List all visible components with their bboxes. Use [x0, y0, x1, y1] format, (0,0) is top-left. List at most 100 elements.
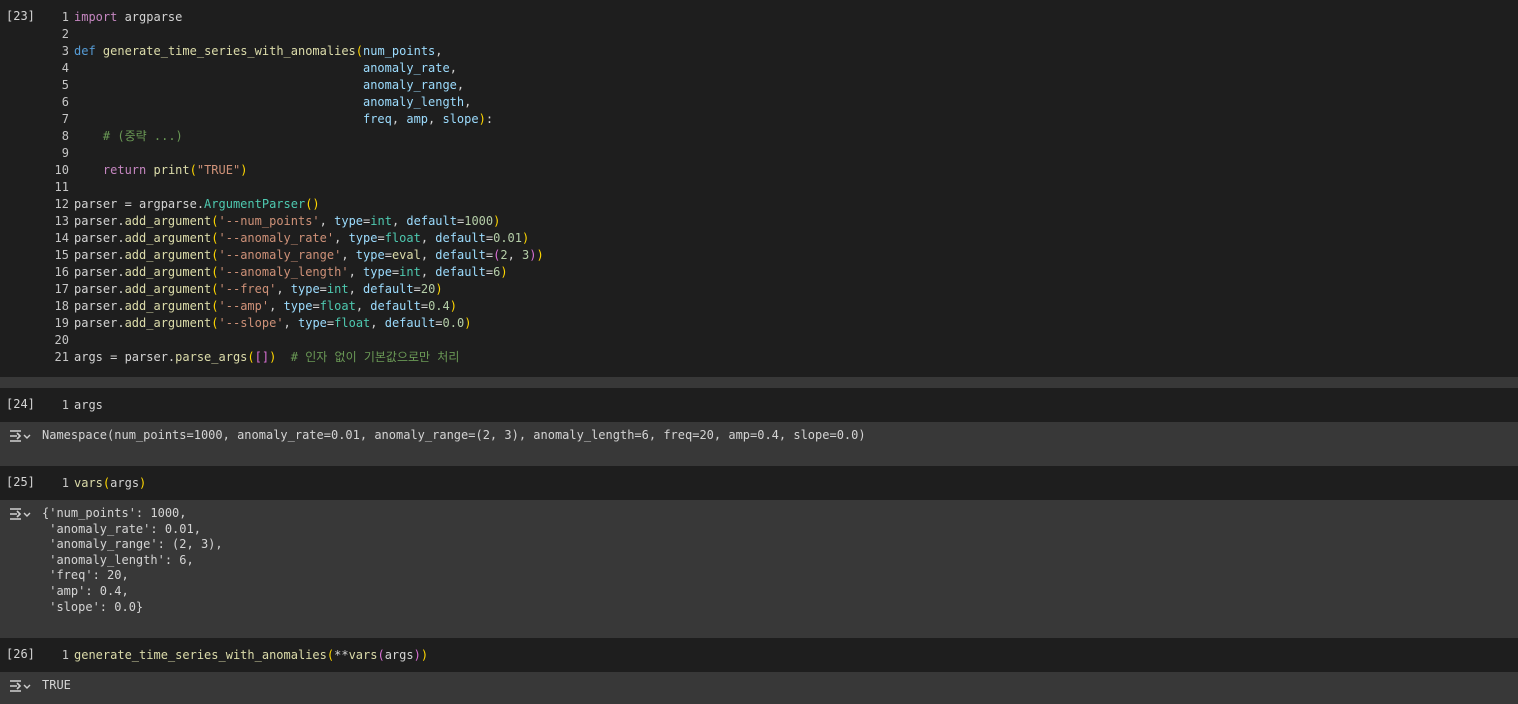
code-text: parser.add_argument('--anomaly_range', t… [74, 247, 544, 264]
code-token: parser. [74, 248, 125, 262]
code-token: default [406, 214, 457, 228]
code-token: , [420, 265, 436, 279]
code-token: parser. [74, 231, 125, 245]
code-token: , [348, 265, 364, 279]
code-token: args [110, 476, 140, 490]
line-number: 15 [54, 248, 69, 262]
code-cell-24[interactable]: [24] 1 args [0, 388, 1518, 422]
code-text: parser.add_argument('--anomaly_length', … [74, 264, 508, 281]
code-text: anomaly_rate, [74, 60, 457, 77]
code-token: args [74, 398, 103, 412]
code-token: , [370, 316, 385, 330]
code-token: type [355, 248, 385, 262]
code-token: default [435, 265, 486, 279]
code-token: type [298, 316, 327, 330]
code-token: ( [211, 214, 219, 228]
code-token: eval [391, 248, 421, 262]
code-token: '--amp' [218, 299, 270, 313]
code-token: parse_args [175, 350, 248, 364]
code-text: anomaly_length, [74, 94, 471, 111]
code-token: = [420, 299, 429, 313]
code-token: int [370, 214, 392, 228]
line-number: 1 [61, 398, 69, 412]
code-token: = [312, 299, 320, 313]
code-token: ( [211, 231, 219, 245]
code-token: ) [240, 163, 248, 177]
line-number: 18 [54, 299, 69, 313]
code-token: , [435, 44, 443, 58]
code-token: parser. [74, 299, 125, 313]
line-number: 14 [54, 231, 69, 245]
code-token: ( [377, 648, 385, 662]
code-token: # (중략 ...) [102, 129, 183, 143]
code-token: = [413, 282, 421, 296]
code-token: ( [211, 265, 219, 279]
code-token: anomaly_rate [362, 61, 450, 75]
output-toggle-icon[interactable] [9, 428, 31, 444]
code-text: parser = argparse.ArgumentParser() [74, 196, 320, 213]
code-text: return print("TRUE") [74, 162, 248, 179]
code-text: parser.add_argument('--amp', type=float,… [74, 298, 457, 315]
code-token: argparse [117, 10, 183, 24]
code-token: type [363, 265, 392, 279]
code-token: generate_time_series_with_anomalies [74, 648, 327, 662]
code-text: def generate_time_series_with_anomalies(… [74, 43, 443, 60]
output-toggle-icon[interactable] [9, 506, 31, 522]
line-number: 2 [61, 27, 69, 41]
code-token: ) [500, 265, 508, 279]
code-token: ) [464, 316, 472, 330]
line-number: 13 [54, 214, 69, 228]
code-token: = [384, 248, 392, 262]
code-token: args = parser. [74, 350, 176, 364]
code-token: int [399, 265, 421, 279]
cell-output-26: TRUE [0, 672, 1518, 704]
code-token: default [384, 316, 436, 330]
code-token: = [319, 282, 327, 296]
code-cell-26[interactable]: [26] 1 generate_time_series_with_anomalie… [0, 638, 1518, 672]
code-cell-23[interactable]: [23] 1 import argparse 2 3 def generate_time… [0, 0, 1518, 377]
code-token: , [464, 95, 472, 109]
code-token: parser. [74, 282, 125, 296]
code-token: '--anomaly_length' [218, 265, 349, 279]
code-token: '--slope' [218, 316, 284, 330]
code-token: 20 [420, 282, 436, 296]
code-token: ) [435, 282, 443, 296]
code-token: float [384, 231, 421, 245]
code-token: = [377, 231, 385, 245]
line-number: 4 [61, 61, 69, 75]
output-toggle-icon[interactable] [9, 678, 31, 694]
code-cell-25[interactable]: [25] 1 vars(args) [0, 466, 1518, 500]
code-token: ** [334, 648, 349, 662]
code-token: default [370, 299, 421, 313]
code-token: ( [247, 350, 255, 364]
code-token: () [305, 197, 320, 211]
line-number: 9 [61, 146, 69, 160]
code-token: def [74, 44, 96, 58]
line-number: 21 [54, 350, 69, 364]
code-text: freq, amp, slope): [74, 111, 493, 128]
code-token: , [355, 299, 371, 313]
code-token: default [435, 231, 486, 245]
code-text: parser.add_argument('--anomaly_rate', ty… [74, 230, 529, 247]
line-number: 12 [54, 197, 69, 211]
code-token: , [428, 112, 443, 126]
code-token: ) [536, 248, 544, 262]
output-text: TRUE [42, 678, 71, 692]
line-number: 19 [54, 316, 69, 330]
code-token: 0.0 [442, 316, 465, 330]
code-token: , [391, 214, 407, 228]
code-token: , [348, 282, 364, 296]
code-token: , [420, 231, 436, 245]
code-token: parser. [74, 316, 125, 330]
code-token: default [435, 248, 486, 262]
code-token: default [363, 282, 414, 296]
line-number: 6 [61, 95, 69, 109]
code-token: ) [529, 248, 537, 262]
code-token: '--num_points' [218, 214, 320, 228]
code-text: args [74, 397, 103, 414]
code-token: ) [449, 299, 457, 313]
cell-output-24: Namespace(num_points=1000, anomaly_rate=… [0, 422, 1518, 466]
code-token: # 인자 없이 기본값으로만 처리 [290, 350, 460, 364]
